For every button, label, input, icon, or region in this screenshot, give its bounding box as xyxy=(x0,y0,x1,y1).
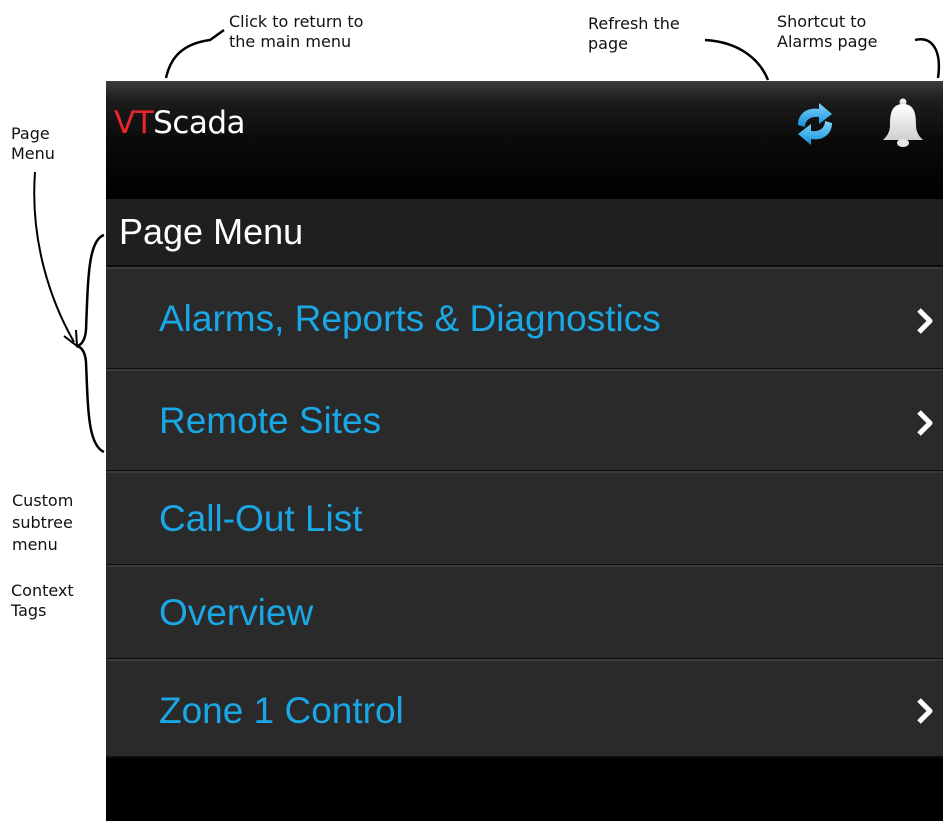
callout-arrow-page-menu xyxy=(33,171,75,343)
refresh-icon xyxy=(798,103,832,145)
page-menu-header: Page Menu xyxy=(106,199,943,267)
vtscada-logo[interactable]: VTScada xyxy=(114,105,246,141)
refresh-button[interactable] xyxy=(786,95,844,153)
menu-item-label: Call-Out List xyxy=(159,498,363,539)
bell-icon xyxy=(883,98,923,147)
chevron-right-icon xyxy=(917,410,933,436)
callout-line-main-menu xyxy=(164,28,225,79)
menu-item-call-out-list[interactable]: Call-Out List xyxy=(106,471,943,566)
chevron-right-icon xyxy=(917,308,933,334)
menu-item-overview[interactable]: Overview xyxy=(106,565,943,660)
annotation-page-menu: Page Menu xyxy=(11,124,55,163)
chevron-right-icon xyxy=(917,698,933,724)
page-menu-title: Page Menu xyxy=(119,211,304,252)
annotation-refresh: Refresh the page xyxy=(588,14,680,53)
arrowhead xyxy=(63,329,79,349)
annotation-alarms-shortcut: Shortcut to Alarms page xyxy=(777,12,878,51)
app-header: VTScada xyxy=(106,81,943,199)
alarms-button[interactable] xyxy=(873,95,931,153)
annotation-custom-subtree: Custom subtree menu xyxy=(12,491,74,554)
menu-item-label: Zone 1 Control xyxy=(159,690,404,731)
mobile-app-frame: VTScada Page Menu Alarms, Reports & Diag… xyxy=(106,81,943,821)
menu-item-label: Remote Sites xyxy=(159,400,382,441)
callout-line-alarms xyxy=(914,38,941,79)
logo-vt: VT xyxy=(114,105,154,141)
menu-item-label: Overview xyxy=(159,592,314,633)
annotation-context-tags: Context Tags xyxy=(11,581,74,620)
annotation-return-main-menu: Click to return to the main menu xyxy=(229,12,364,51)
menu-item-alarms-reports-diagnostics[interactable]: Alarms, Reports & Diagnostics xyxy=(106,267,943,370)
brace xyxy=(75,233,105,454)
menu-item-zone-1-control[interactable]: Zone 1 Control xyxy=(106,659,943,758)
logo-scada: Scada xyxy=(153,105,246,141)
menu-item-label: Alarms, Reports & Diagnostics xyxy=(159,298,661,339)
menu-item-remote-sites[interactable]: Remote Sites xyxy=(106,369,943,472)
callout-line-refresh xyxy=(704,38,770,81)
